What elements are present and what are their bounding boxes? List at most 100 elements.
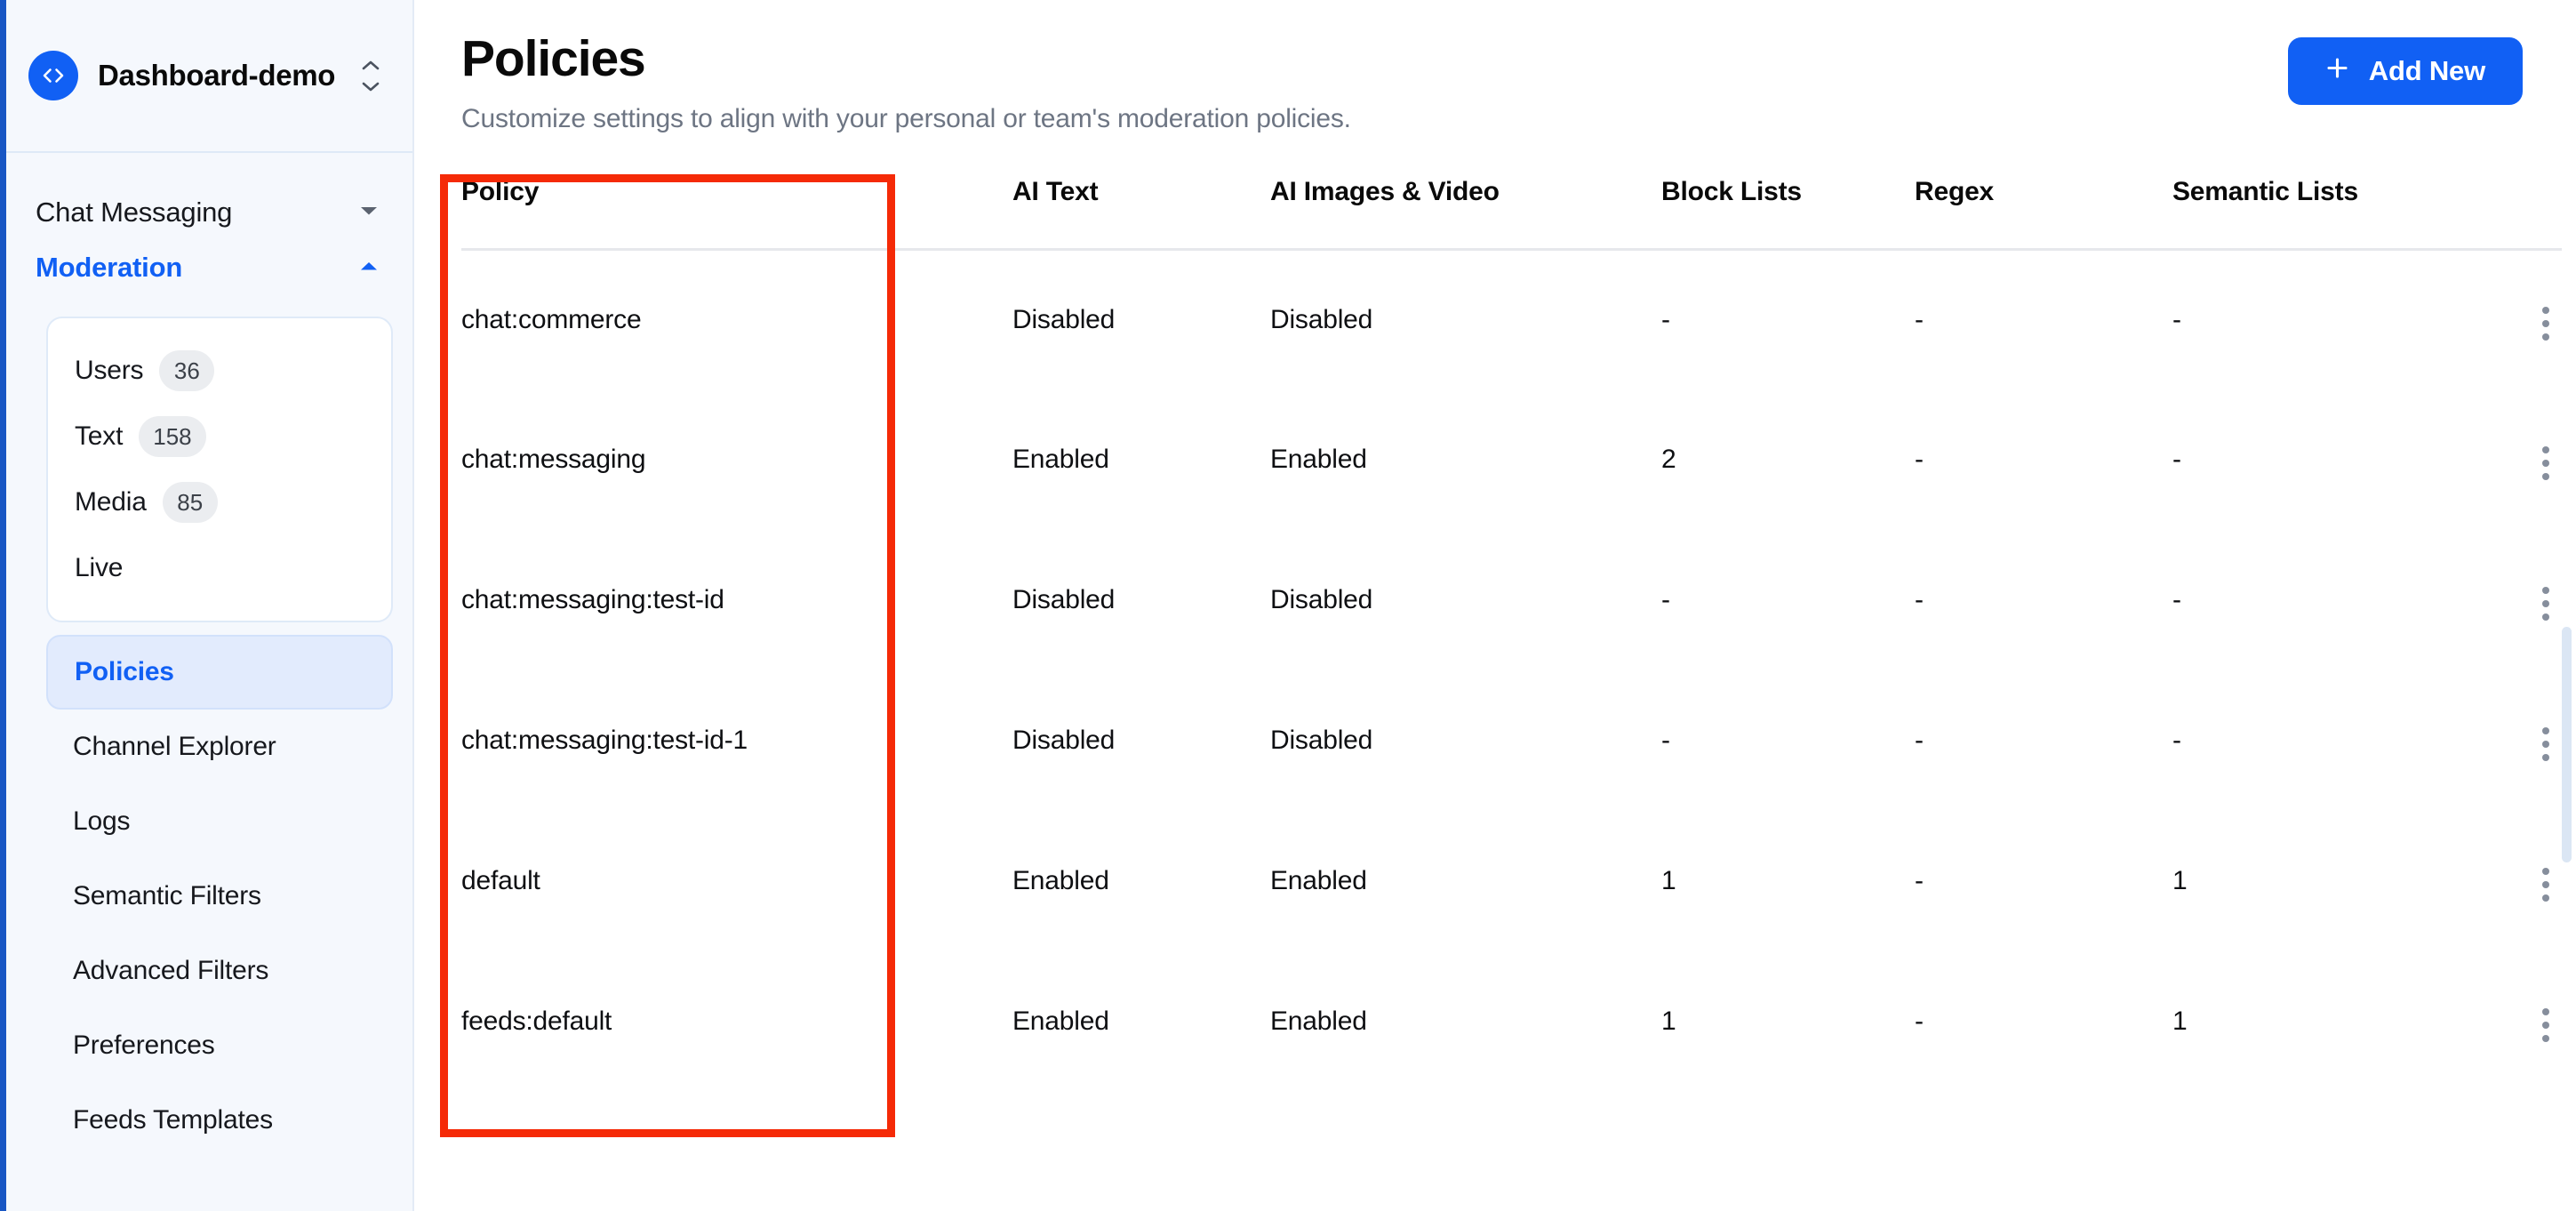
cell-ai-text: Disabled xyxy=(1012,304,1116,334)
cell-semantic-lists: - xyxy=(2172,726,2181,756)
plus-icon xyxy=(2325,55,2349,87)
subnav-item-live[interactable]: Live xyxy=(48,535,391,601)
sidebar-item-label: Channel Explorer xyxy=(73,732,276,761)
cell-actions xyxy=(2457,670,2562,811)
kebab-menu-icon[interactable] xyxy=(2530,437,2562,489)
table-row[interactable]: chat:messaging:test-id-1 Disabled Disabl… xyxy=(461,670,2562,811)
cell-semantic-lists: - xyxy=(2172,585,2181,615)
status-badge: 158 xyxy=(139,416,206,457)
subnav-item-text[interactable]: Text 158 xyxy=(48,404,391,469)
cell-ai-text: Enabled xyxy=(1012,866,1109,896)
kebab-menu-icon[interactable] xyxy=(2530,578,2562,630)
cell-ai-images-video: Disabled xyxy=(1270,304,1373,334)
sidebar-item-label: Feeds Templates xyxy=(73,1105,273,1135)
table-row[interactable]: chat:messaging:test-id Disabled Disabled… xyxy=(461,530,2562,670)
table-body: chat:commerce Disabled Disabled - - - ch… xyxy=(461,249,2562,1092)
column-header-ai-text[interactable]: AI Text xyxy=(1012,177,1270,250)
page-header-text: Policies Customize settings to align wit… xyxy=(461,30,2288,134)
page-scrollbar[interactable] xyxy=(2562,0,2574,1211)
table-header-row: Policy AI Text AI Images & Video Block L… xyxy=(461,177,2562,250)
subnav-item-label: Media xyxy=(75,487,147,517)
cell-regex: - xyxy=(1915,304,1924,334)
status-badge: 85 xyxy=(162,482,218,523)
sidebar-item-logs[interactable]: Logs xyxy=(46,784,393,859)
kebab-menu-icon[interactable] xyxy=(2530,718,2562,770)
sidebar-item-label: Policies xyxy=(75,657,174,686)
cell-policy: chat:messaging:test-id xyxy=(461,585,724,615)
add-new-button[interactable]: Add New xyxy=(2287,37,2523,105)
sidebar-item-label: Logs xyxy=(73,806,131,836)
sidebar-item-semantic-filters[interactable]: Semantic Filters xyxy=(46,859,393,934)
sidebar: Dashboard-demo Chat Messaging Moderation… xyxy=(0,0,414,1211)
table-row[interactable]: default Enabled Enabled 1 - 1 xyxy=(461,811,2562,951)
moderation-menu: Policies Channel Explorer Logs Semantic … xyxy=(46,635,393,1158)
subnav-item-label: Text xyxy=(75,421,124,451)
subnav-item-label: Users xyxy=(75,356,144,385)
sidebar-item-feeds-templates[interactable]: Feeds Templates xyxy=(46,1083,393,1158)
sidebar-group-label: Moderation xyxy=(36,252,183,283)
column-header-semantic-lists[interactable]: Semantic Lists xyxy=(2172,177,2457,250)
table-row[interactable]: chat:commerce Disabled Disabled - - - xyxy=(461,249,2562,389)
cell-block-lists: 1 xyxy=(1661,1006,1676,1037)
sidebar-item-channel-explorer[interactable]: Channel Explorer xyxy=(46,710,393,784)
chevron-up-down-icon[interactable] xyxy=(356,55,386,96)
cell-ai-text: Enabled xyxy=(1012,1006,1109,1037)
sidebar-item-policies[interactable]: Policies xyxy=(46,635,393,710)
cell-ai-text: Disabled xyxy=(1012,726,1116,756)
code-brackets-icon xyxy=(28,51,78,100)
table-row[interactable]: feeds:default Enabled Enabled 1 - 1 xyxy=(461,951,2562,1092)
sidebar-group-moderation[interactable]: Moderation xyxy=(0,240,412,295)
cell-ai-images-video: Disabled xyxy=(1270,726,1373,756)
cell-semantic-lists: - xyxy=(2172,304,2181,334)
sidebar-item-label: Advanced Filters xyxy=(73,956,269,985)
cell-policy: chat:messaging:test-id-1 xyxy=(461,726,748,756)
subnav-item-users[interactable]: Users 36 xyxy=(48,338,391,404)
cell-regex: - xyxy=(1915,866,1924,896)
sidebar-group-label: Chat Messaging xyxy=(36,196,233,228)
column-header-policy[interactable]: Policy xyxy=(461,177,1012,250)
cell-policy: chat:commerce xyxy=(461,304,642,334)
table-row[interactable]: chat:messaging Enabled Enabled 2 - - xyxy=(461,389,2562,530)
scrollbar-thumb[interactable] xyxy=(2562,627,2572,862)
sidebar-group-chat-messaging[interactable]: Chat Messaging xyxy=(0,185,412,240)
sidebar-item-label: Semantic Filters xyxy=(73,881,261,910)
cell-semantic-lists: 1 xyxy=(2172,866,2188,896)
cell-policy: default xyxy=(461,866,540,896)
cell-actions xyxy=(2457,249,2562,389)
subnav-item-label: Live xyxy=(75,553,124,582)
cell-block-lists: - xyxy=(1661,585,1670,615)
add-new-button-label: Add New xyxy=(2368,55,2485,86)
app-root: Dashboard-demo Chat Messaging Moderation… xyxy=(0,0,2576,1211)
cell-regex: - xyxy=(1915,1006,1924,1037)
cell-ai-images-video: Disabled xyxy=(1270,585,1373,615)
moderation-subnav: Users 36 Text 158 Media 85 Live xyxy=(46,317,393,622)
cell-actions xyxy=(2457,389,2562,530)
cell-actions xyxy=(2457,811,2562,951)
cell-ai-text: Enabled xyxy=(1012,445,1109,475)
chevron-down-icon[interactable] xyxy=(357,204,380,222)
workspace-name: Dashboard-demo xyxy=(98,59,336,92)
cell-ai-text: Disabled xyxy=(1012,585,1116,615)
kebab-menu-icon[interactable] xyxy=(2530,298,2562,349)
cell-policy: chat:messaging xyxy=(461,445,646,475)
policies-table: Policy AI Text AI Images & Video Block L… xyxy=(461,177,2562,1093)
chevron-up-icon[interactable] xyxy=(357,259,380,277)
cell-ai-images-video: Enabled xyxy=(1270,1006,1367,1037)
column-header-regex[interactable]: Regex xyxy=(1915,177,2172,250)
column-header-ai-images-video[interactable]: AI Images & Video xyxy=(1270,177,1661,250)
kebab-menu-icon[interactable] xyxy=(2530,999,2562,1051)
cell-regex: - xyxy=(1915,726,1924,756)
sidebar-item-preferences[interactable]: Preferences xyxy=(46,1008,393,1083)
workspace-switcher[interactable]: Dashboard-demo xyxy=(0,0,412,153)
page-title: Policies xyxy=(461,30,646,87)
kebab-menu-icon[interactable] xyxy=(2530,859,2562,910)
cell-regex: - xyxy=(1915,445,1924,475)
sidebar-item-advanced-filters[interactable]: Advanced Filters xyxy=(46,934,393,1008)
column-header-block-lists[interactable]: Block Lists xyxy=(1661,177,1915,250)
subnav-item-media[interactable]: Media 85 xyxy=(48,469,391,535)
cell-block-lists: - xyxy=(1661,304,1670,334)
cell-ai-images-video: Enabled xyxy=(1270,445,1367,475)
sidebar-nav: Chat Messaging Moderation Users 36 Text … xyxy=(0,153,412,1158)
status-badge: 36 xyxy=(159,350,215,391)
cell-policy: feeds:default xyxy=(461,1006,612,1037)
